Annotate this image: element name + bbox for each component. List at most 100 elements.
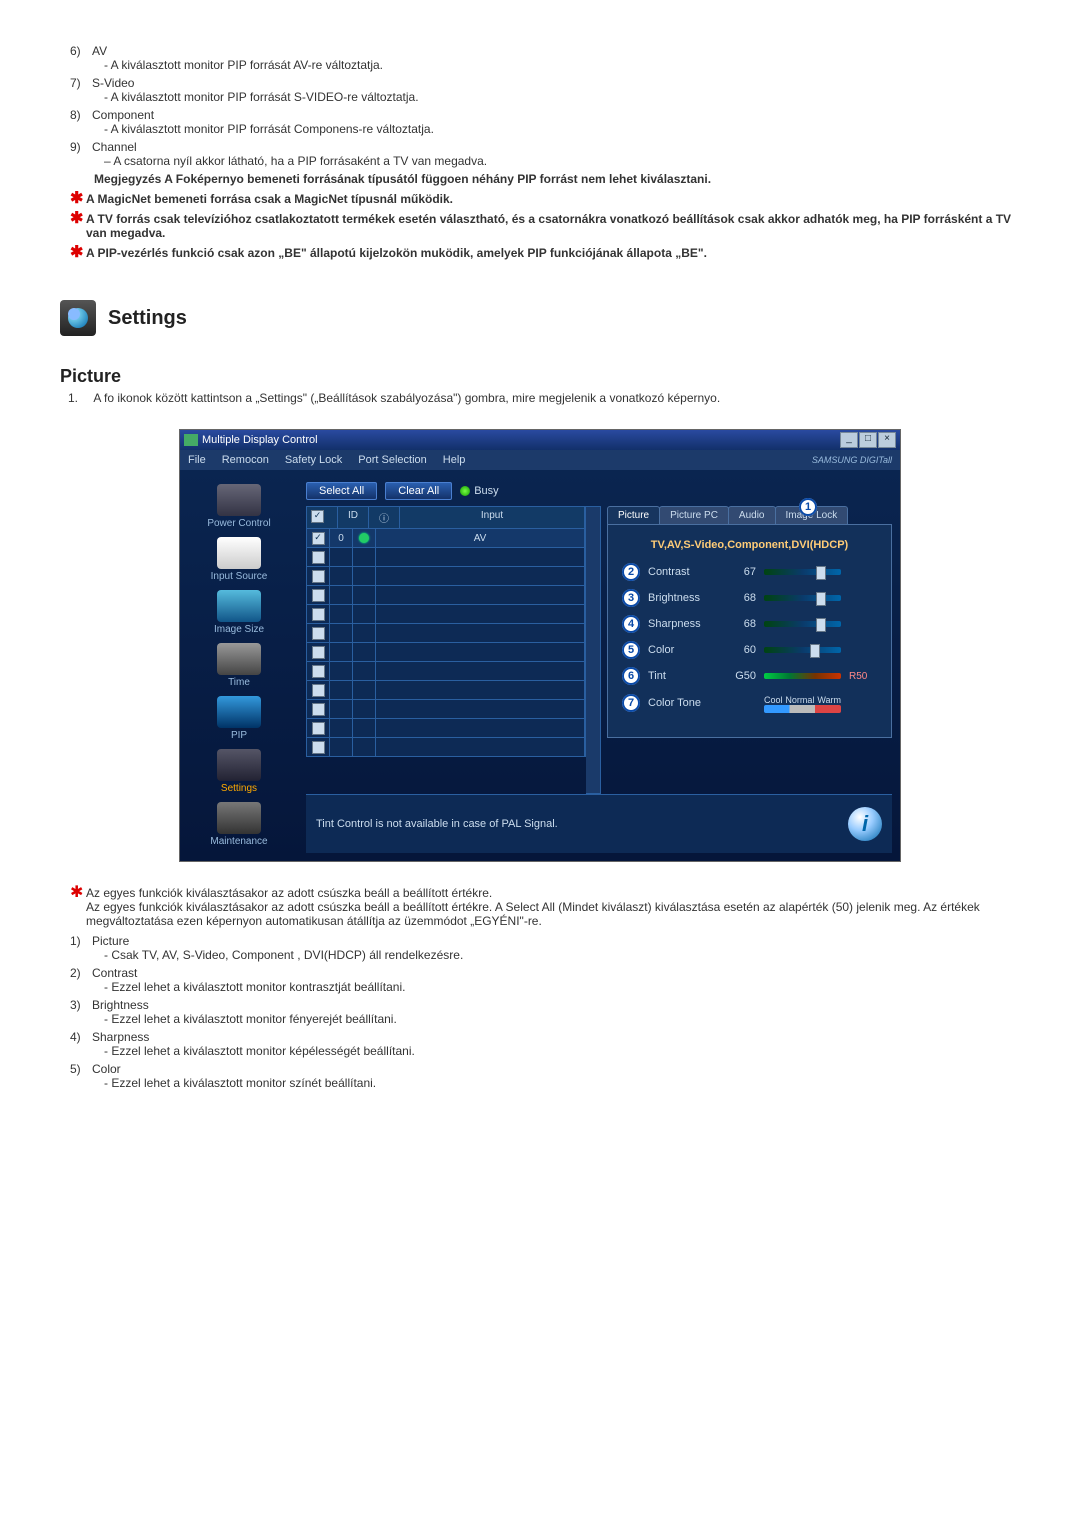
list-label: Contrast: [92, 966, 137, 980]
sidebar-item-maintenance[interactable]: Maintenance: [194, 802, 284, 847]
grid-row-empty[interactable]: [306, 567, 586, 586]
grid-row-empty[interactable]: [306, 586, 586, 605]
grid-row-empty[interactable]: [306, 700, 586, 719]
star-icon: ✱: [70, 886, 83, 900]
input-icon: [217, 537, 261, 569]
list-num: 2): [70, 966, 92, 980]
list-num: 4): [70, 1030, 92, 1044]
busy-label: Busy: [474, 485, 498, 497]
row-checkbox[interactable]: [312, 589, 325, 602]
list-num: 9): [70, 140, 92, 154]
row-checkbox[interactable]: [312, 646, 325, 659]
sidebar-item-settings[interactable]: Settings: [194, 749, 284, 794]
menu-port-selection[interactable]: Port Selection: [358, 454, 426, 466]
star-note-mid-head: Az egyes funkciók kiválasztásakor az ado…: [86, 886, 492, 900]
slider-contrast[interactable]: [764, 569, 841, 575]
list-label: Component: [92, 108, 154, 122]
grid-row-empty[interactable]: [306, 738, 586, 757]
slider-value: 60: [726, 644, 756, 656]
image-size-icon: [217, 590, 261, 622]
row-checkbox[interactable]: [312, 551, 325, 564]
color-tone-label: Color Tone: [648, 697, 718, 709]
list-desc: – A csatorna nyíl akkor látható, ha a PI…: [104, 154, 1020, 168]
close-button[interactable]: ×: [878, 432, 896, 448]
tint-value-r: R50: [849, 671, 877, 682]
status-footer: Tint Control is not available in case of…: [306, 794, 892, 853]
picture-intro-num: 1.: [68, 391, 90, 405]
grid-row-empty[interactable]: [306, 548, 586, 567]
menu-safety-lock[interactable]: Safety Lock: [285, 454, 342, 466]
row-checkbox[interactable]: [312, 665, 325, 678]
slider-value: 67: [726, 566, 756, 578]
color-tone-slider[interactable]: [764, 705, 841, 713]
grid-scrollbar[interactable]: [586, 506, 601, 794]
grid-row-empty[interactable]: [306, 719, 586, 738]
list-desc: - Csak TV, AV, S-Video, Component , DVI(…: [104, 948, 1020, 962]
clear-all-button[interactable]: Clear All: [385, 482, 452, 500]
power-icon: [217, 484, 261, 516]
tab-audio[interactable]: Audio: [728, 506, 776, 524]
list-label: Channel: [92, 140, 137, 154]
slider-label: Contrast: [648, 566, 718, 578]
slider-row-color: 5Color60: [622, 641, 877, 659]
sidebar: Power Control Input Source Image Size Ti…: [180, 470, 298, 861]
row-checkbox[interactable]: [312, 532, 325, 545]
note-after-9: Megjegyzés A Foképernyo bemeneti forrásá…: [94, 172, 1020, 186]
menu-help[interactable]: Help: [443, 454, 466, 466]
list-desc: - Ezzel lehet a kiválasztott monitor kon…: [104, 980, 1020, 994]
tint-slider[interactable]: [764, 673, 841, 679]
sidebar-item-image-size[interactable]: Image Size: [194, 590, 284, 635]
menu-remocon[interactable]: Remocon: [222, 454, 269, 466]
grid-row-empty[interactable]: [306, 662, 586, 681]
tab-picture-pc[interactable]: Picture PC: [659, 506, 729, 524]
ctone-normal-label: Normal: [785, 695, 814, 705]
ctone-cool-label: Cool: [764, 695, 783, 705]
star-note: ✱A MagicNet bemeneti forrása csak a Magi…: [70, 192, 1020, 206]
sidebar-item-time[interactable]: Time: [194, 643, 284, 688]
pip-icon: [217, 696, 261, 728]
row-id: 0: [330, 529, 353, 547]
star-note-mid: ✱ Az egyes funkciók kiválasztásakor az a…: [70, 886, 1020, 928]
list-num: 8): [70, 108, 92, 122]
slider-sharpness[interactable]: [764, 621, 841, 627]
grid-row-empty[interactable]: [306, 681, 586, 700]
grid-row-empty[interactable]: [306, 643, 586, 662]
list-num: 1): [70, 934, 92, 948]
ctone-warm-label: Warm: [817, 695, 841, 705]
sidebar-label-maintenance: Maintenance: [210, 836, 267, 847]
menu-file[interactable]: File: [188, 454, 206, 466]
slider-value: 68: [726, 592, 756, 604]
sidebar-item-power[interactable]: Power Control: [194, 484, 284, 529]
callout-3: 3: [622, 589, 640, 607]
row-checkbox[interactable]: [312, 703, 325, 716]
list-label: AV: [92, 44, 107, 58]
maintenance-icon: [217, 802, 261, 834]
callout-7: 7: [622, 694, 640, 712]
row-checkbox[interactable]: [312, 627, 325, 640]
row-checkbox[interactable]: [312, 684, 325, 697]
sidebar-item-input[interactable]: Input Source: [194, 537, 284, 582]
select-all-button[interactable]: Select All: [306, 482, 377, 500]
grid-row-empty[interactable]: [306, 605, 586, 624]
star-icon: ✱: [70, 212, 83, 226]
tab-picture[interactable]: Picture: [607, 506, 660, 524]
grid-header-check[interactable]: [307, 507, 338, 528]
grid-row-empty[interactable]: [306, 624, 586, 643]
minimize-button[interactable]: _: [840, 432, 858, 448]
row-checkbox[interactable]: [312, 608, 325, 621]
maximize-button[interactable]: □: [859, 432, 877, 448]
star-icon: ✱: [70, 192, 83, 206]
sidebar-item-pip[interactable]: PIP: [194, 696, 284, 741]
list-num: 7): [70, 76, 92, 90]
grid-row-0[interactable]: 0 AV: [306, 529, 586, 548]
callout-6: 6: [622, 667, 640, 685]
row-checkbox[interactable]: [312, 722, 325, 735]
callout-5: 5: [622, 641, 640, 659]
menu-bar: File Remocon Safety Lock Port Selection …: [180, 450, 900, 470]
row-checkbox[interactable]: [312, 570, 325, 583]
row-checkbox[interactable]: [312, 741, 325, 754]
star-note-mid-body: Az egyes funkciók kiválasztásakor az ado…: [86, 900, 980, 928]
list-label: Color: [92, 1062, 121, 1076]
slider-color[interactable]: [764, 647, 841, 653]
slider-brightness[interactable]: [764, 595, 841, 601]
